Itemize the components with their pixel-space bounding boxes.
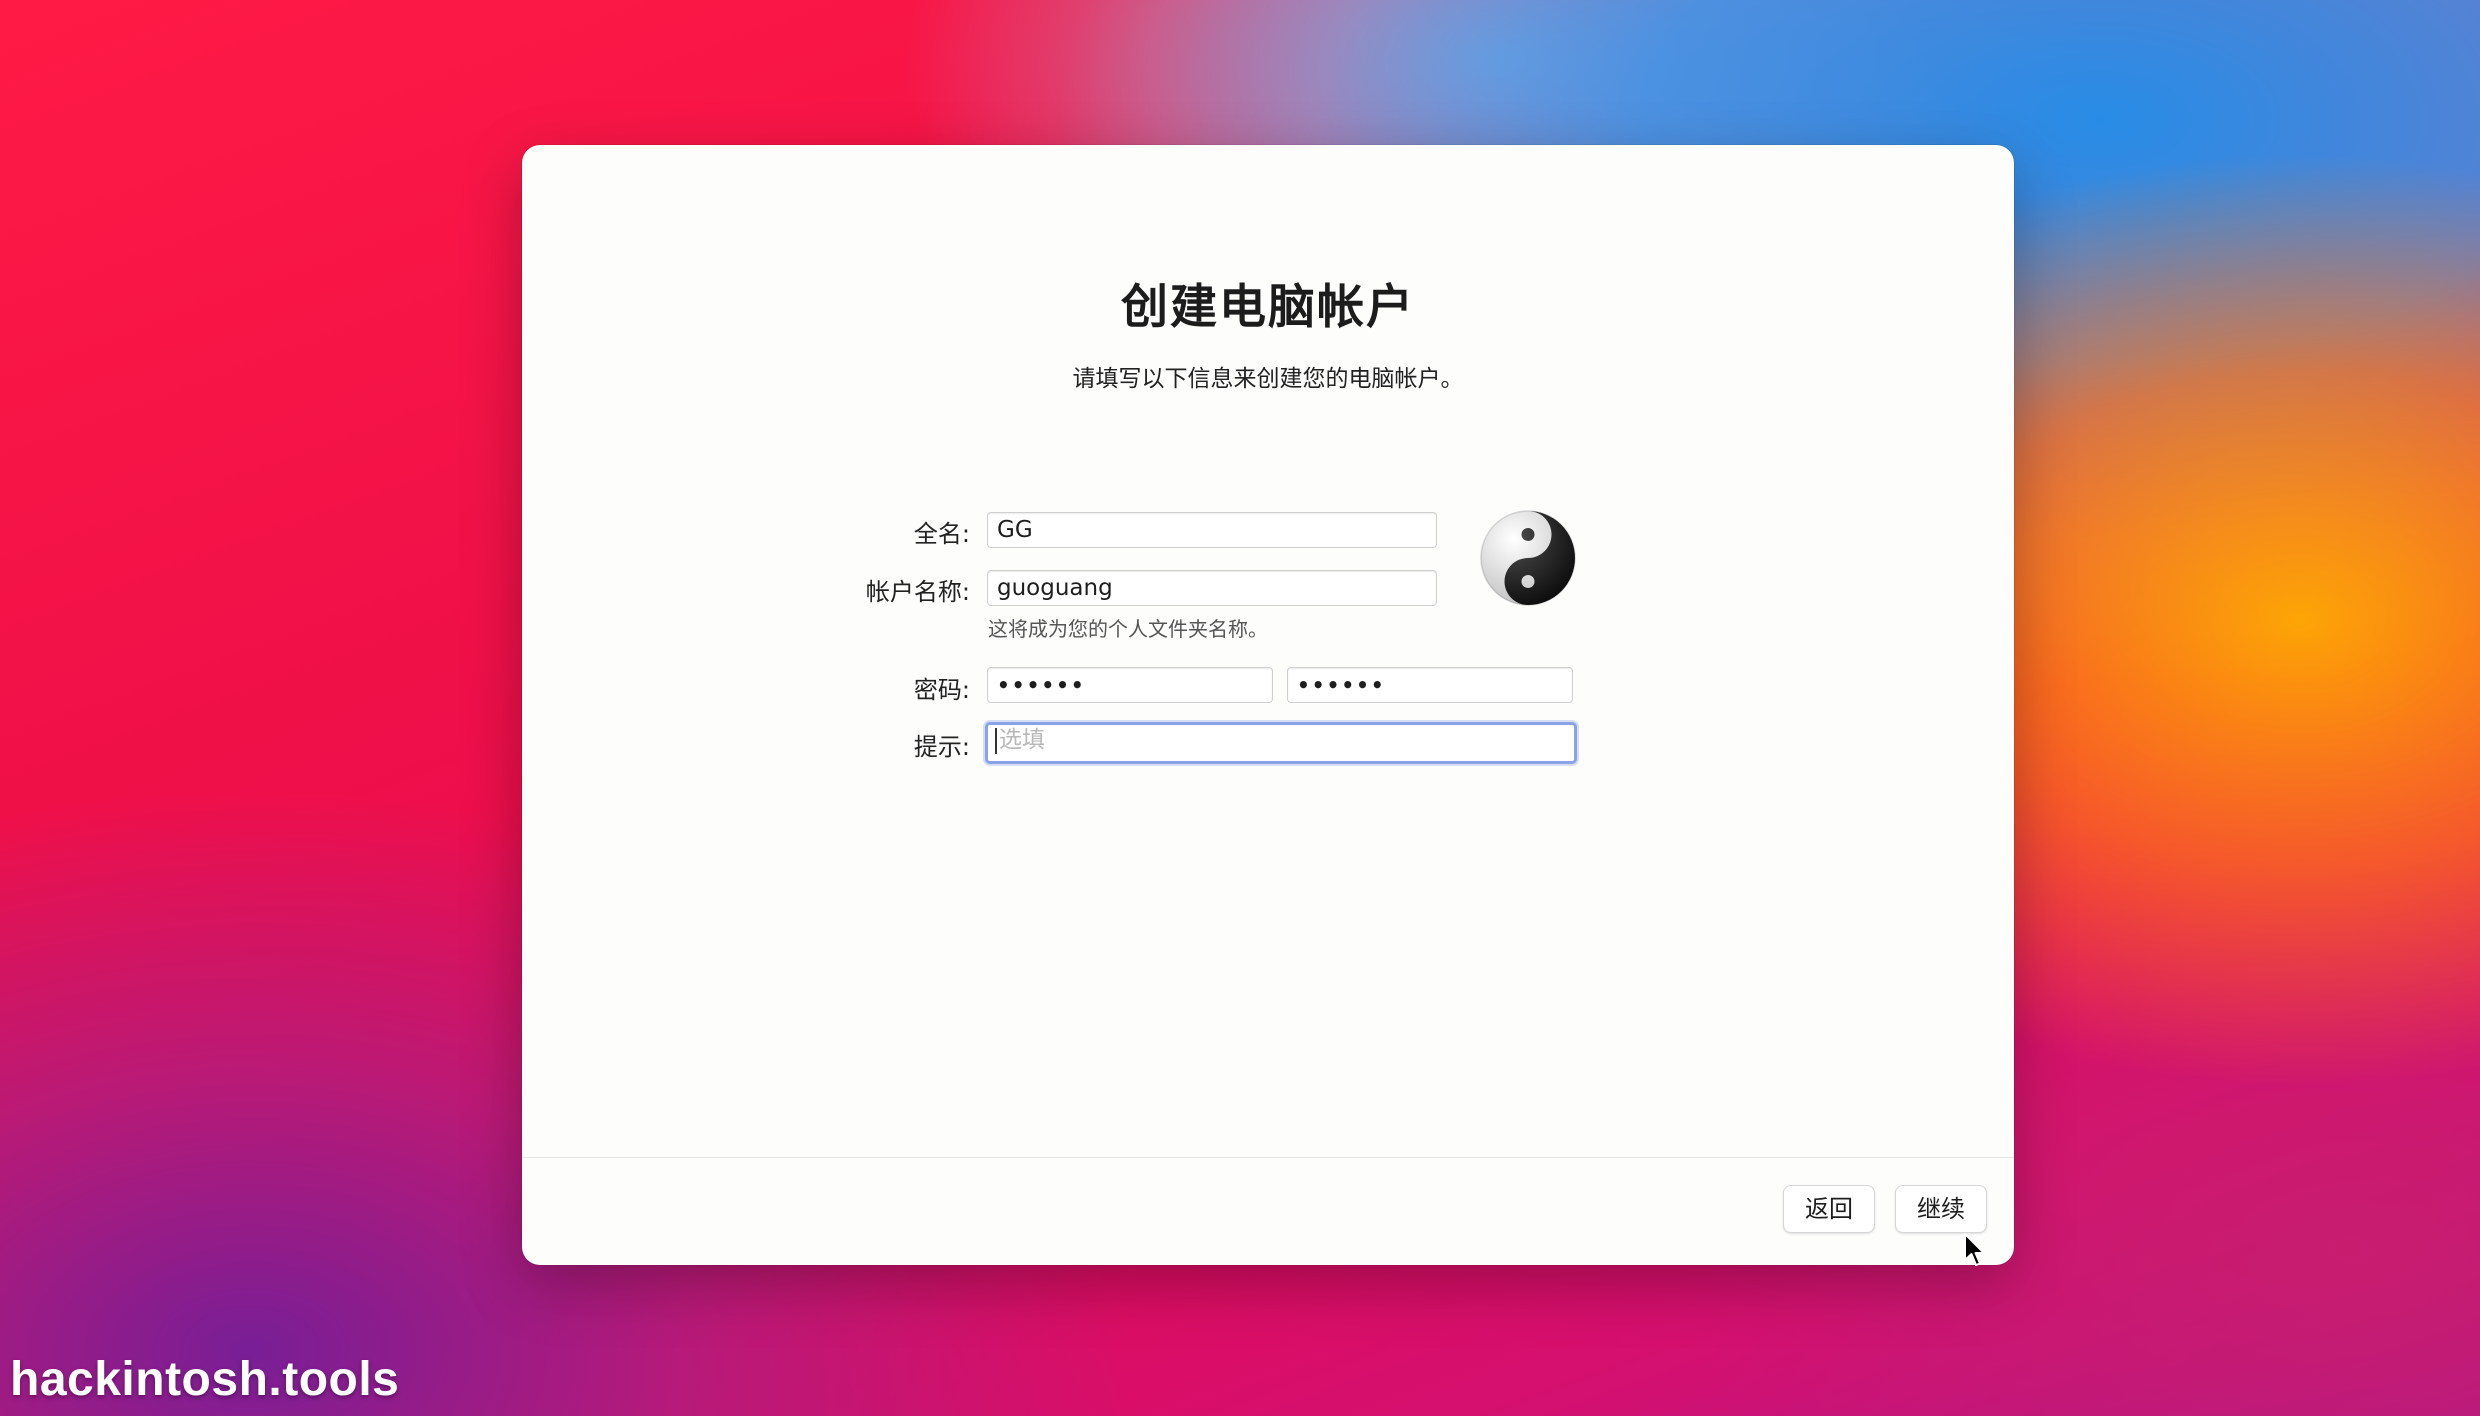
text-caret bbox=[995, 727, 997, 754]
back-button[interactable]: 返回 bbox=[1783, 1185, 1875, 1233]
hint-placeholder: 选填 bbox=[999, 727, 1045, 753]
hint-label: 提示: bbox=[913, 733, 970, 761]
hint-field[interactable]: 选填 bbox=[985, 722, 1577, 764]
setup-assistant-window: 创建电脑帐户 请填写以下信息来创建您的电脑帐户。 全名: GG 帐户名称: gu… bbox=[522, 145, 2014, 1265]
watermark-text: hackintosh.tools bbox=[10, 1353, 400, 1406]
user-avatar[interactable] bbox=[1478, 508, 1578, 608]
page-subtitle: 请填写以下信息来创建您的电脑帐户。 bbox=[1072, 366, 1464, 392]
verify-password-field[interactable]: •••••• bbox=[1287, 667, 1573, 703]
account-name-label: 帐户名称: bbox=[865, 578, 970, 606]
yin-yang-icon bbox=[1480, 510, 1576, 606]
page-title: 创建电脑帐户 bbox=[1121, 280, 1415, 335]
full-name-label: 全名: bbox=[913, 520, 970, 548]
mouse-pointer-icon bbox=[1964, 1233, 1985, 1266]
password-label: 密码: bbox=[913, 676, 970, 704]
account-name-field[interactable]: guoguang bbox=[987, 570, 1437, 606]
continue-button[interactable]: 继续 bbox=[1895, 1185, 1987, 1233]
account-name-helper: 这将成为您的个人文件夹名称。 bbox=[988, 617, 1268, 641]
footer-divider bbox=[522, 1157, 2014, 1158]
password-field[interactable]: •••••• bbox=[987, 667, 1273, 703]
full-name-field[interactable]: GG bbox=[987, 512, 1437, 548]
